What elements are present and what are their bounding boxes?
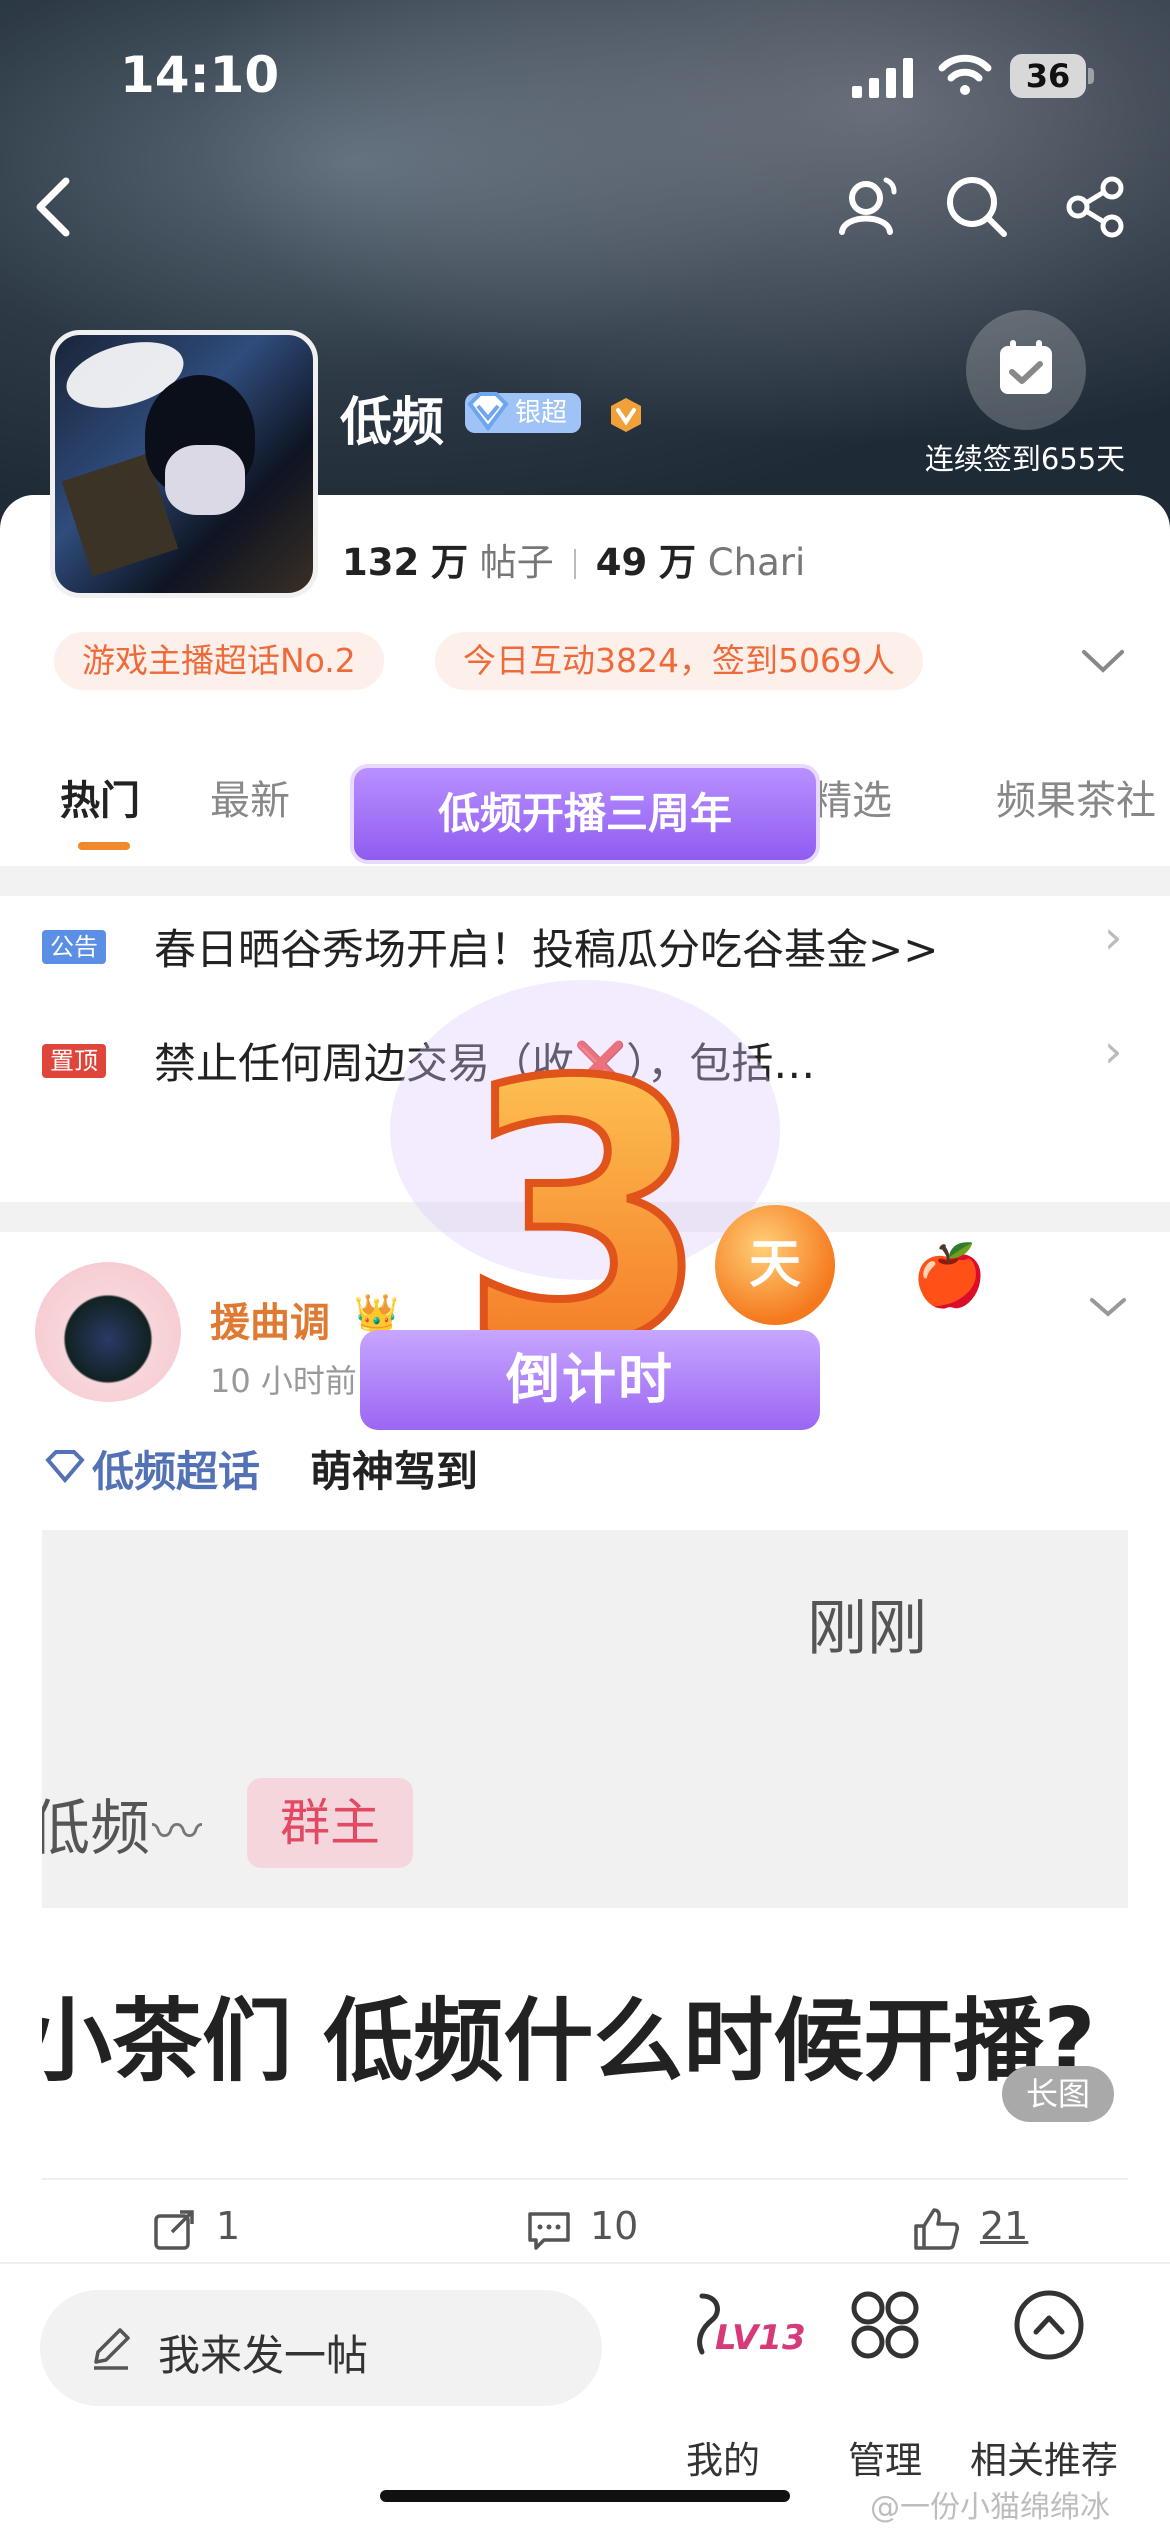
battery-indicator: 36 [1010,54,1086,98]
back-arrow-icon[interactable] [30,175,76,239]
recommend-up-icon [1014,2290,1084,2360]
supertopic-title: 低频 [340,393,445,453]
image-text-name: 低频 [42,1794,150,1864]
notice-badge: 置顶 [42,1044,106,1078]
nav-manage[interactable]: 管理 [848,2430,922,2484]
checkin-days-label: 连续签到655天 [924,442,1126,476]
countdown-number: 3 [460,1020,711,1380]
countdown-ribbon: 倒计时 [360,1330,820,1430]
voice-room-icon[interactable] [834,170,904,240]
level-badge: LV13 [715,2318,806,2358]
share-icon[interactable] [1064,176,1126,238]
like-count[interactable]: 21 [980,2204,1028,2248]
status-time: 14:10 [120,46,280,104]
post-time: 10 小时前 [210,1362,357,1400]
nav-mine[interactable]: 我的 [686,2430,760,2484]
wave-icon: 〰 [152,1803,202,1861]
supertopic-avatar[interactable] [50,330,318,598]
post-author-avatar[interactable] [35,1262,181,1402]
image-text-time: 刚刚 [807,1594,927,1664]
like-icon [914,2208,959,2250]
tab-hot[interactable]: 热门 [60,768,140,826]
battery-tip [1088,68,1094,84]
verified-v-icon [611,398,641,432]
post-author-name[interactable]: 援曲调 [210,1290,330,1348]
tab-tea-club[interactable]: 频果茶社 [996,768,1156,826]
post-topic-link[interactable]: 低频超话 [92,1438,260,1499]
comment-count[interactable]: 10 [590,2204,638,2248]
rank-tag[interactable]: 游戏主播超话No.2 [54,632,384,690]
tab-latest[interactable]: 最新 [210,768,290,826]
notice-badge: 公告 [42,930,106,964]
home-indicator[interactable] [380,2490,790,2502]
image-text-question: 小茶们 低频什么时候开播? [42,1989,1096,2094]
topic-diamond-icon [45,1450,85,1484]
countdown-unit-badge: 天 [715,1205,835,1325]
post-menu-chevron-icon[interactable] [1088,1294,1128,1320]
pencil-icon [94,2328,130,2370]
watermark: @一份小猫绵绵冰 [870,2490,1110,2525]
checkin-button[interactable] [966,310,1086,430]
decor-sticker-icon: 🍎 [912,1241,987,1311]
tab-active-indicator [78,842,130,850]
tab-featured[interactable]: 精选 [812,768,892,826]
chevron-down-icon[interactable] [1080,646,1126,676]
diamond-icon [467,392,509,432]
compose-placeholder: 我来发一帖 [158,2331,369,2380]
image-group-owner-tag: 群主 [247,1778,413,1868]
notice-text: 春日晒谷秀场开启！投稿瓜分吃谷基金>> [154,925,939,974]
divider-line [42,2178,1128,2180]
wifi-icon [938,54,992,95]
search-icon[interactable] [944,174,1008,238]
calendar-check-icon [1000,340,1052,394]
cellular-signal-icon [852,58,913,98]
post-text: 萌神驾到 [310,1447,479,1496]
chevron-right-icon: › [1104,1024,1123,1078]
repost-count[interactable]: 1 [216,2204,240,2248]
divider [0,866,1170,896]
countdown-number-graphic[interactable]: 3 [445,1020,725,1380]
post-image[interactable]: 刚刚 低频 〰 群主 小茶们 低频什么时候开播? 长图 [42,1530,1128,2140]
supertopic-stats: 132 万 帖子 49 万 Chari [342,541,806,584]
anniversary-banner[interactable]: 低频开播三周年 [350,764,820,864]
comment-icon [528,2212,570,2250]
long-image-badge: 长图 [1002,2066,1114,2122]
chevron-right-icon: › [1104,910,1123,964]
nav-related[interactable]: 相关推荐 [970,2430,1118,2484]
crown-icon: 👑 [354,1293,399,1334]
manage-grid-icon [851,2291,919,2359]
activity-tag[interactable]: 今日互动3824，签到5069人 [435,632,923,690]
repost-icon [154,2210,194,2250]
